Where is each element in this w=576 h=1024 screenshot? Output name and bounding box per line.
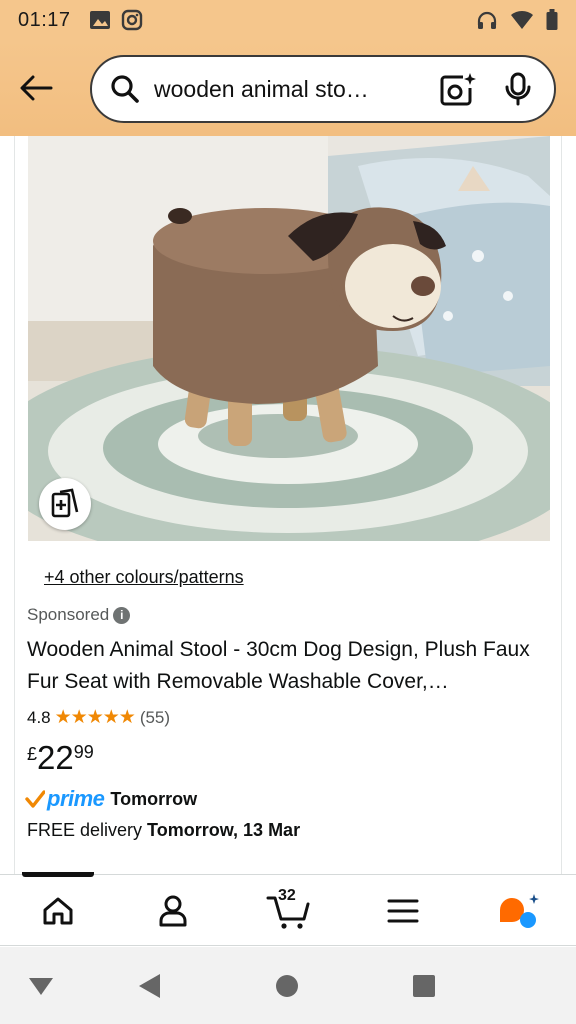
search-header: wooden animal sto… <box>0 40 576 136</box>
product-image[interactable] <box>28 136 550 541</box>
recents-square-icon <box>413 975 435 997</box>
price-whole: 22 <box>37 739 74 776</box>
system-back-button[interactable] <box>134 971 164 1001</box>
search-icon <box>111 75 139 103</box>
rufus-icon <box>500 894 539 928</box>
menu-icon <box>387 899 419 923</box>
system-home-button[interactable] <box>272 971 302 1001</box>
info-icon[interactable]: i <box>113 606 131 624</box>
rating-row[interactable]: 4.8 ★★★★★ (55) <box>27 706 170 729</box>
search-input[interactable]: wooden animal sto… <box>90 55 556 123</box>
compare-button[interactable] <box>39 478 91 530</box>
system-recents-button[interactable] <box>409 971 439 1001</box>
price-symbol: £ <box>27 744 38 764</box>
arrow-left-icon <box>20 75 53 101</box>
product-card[interactable]: +4 other colours/patterns Sponsored i Wo… <box>14 136 562 874</box>
prime-badge: prime Tomorrow <box>25 786 197 812</box>
headphones-icon <box>477 11 497 29</box>
nav-home[interactable] <box>28 889 88 933</box>
delivery-info: FREE delivery Tomorrow, 13 Mar <box>27 820 300 841</box>
product-photo <box>28 136 550 541</box>
nav-menu[interactable] <box>373 889 433 933</box>
sponsored-label[interactable]: Sponsored i <box>27 605 131 625</box>
instagram-icon <box>121 9 142 31</box>
system-dismiss-button[interactable] <box>26 971 56 1001</box>
delivery-date: Tomorrow, 13 Mar <box>147 820 301 840</box>
wifi-icon <box>511 10 533 29</box>
back-button[interactable] <box>14 68 58 108</box>
nav-account[interactable] <box>143 889 203 933</box>
rating-count: (55) <box>139 707 171 727</box>
product-title[interactable]: Wooden Animal Stool - 30cm Dog Design, P… <box>27 634 543 698</box>
prime-label: prime <box>47 786 105 811</box>
nav-active-indicator <box>22 872 94 877</box>
price-fraction: 99 <box>73 742 94 762</box>
system-nav-bar <box>0 947 576 1024</box>
cart-count: 32 <box>278 887 296 904</box>
star-rating-icon: ★★★★★ <box>54 707 136 728</box>
nav-rufus[interactable] <box>488 889 548 933</box>
image-icon <box>89 11 110 29</box>
voice-search-button[interactable] <box>500 69 536 109</box>
home-icon <box>43 897 73 925</box>
search-query[interactable]: wooden animal sto… <box>154 76 438 103</box>
delivery-prefix: FREE delivery <box>27 820 148 840</box>
status-time: 01:17 <box>18 8 71 31</box>
price: £ 22 99 <box>27 740 94 776</box>
sponsored-text: Sponsored <box>27 605 110 624</box>
home-circle-icon <box>276 975 298 997</box>
down-triangle-icon <box>29 978 53 995</box>
compare-icon <box>51 488 79 518</box>
back-triangle-icon <box>139 974 160 998</box>
mic-icon <box>505 72 531 106</box>
colours-link[interactable]: +4 other colours/patterns <box>44 567 244 588</box>
battery-icon <box>546 9 558 30</box>
status-bar: 01:17 <box>0 0 576 40</box>
prime-delivery: Tomorrow <box>110 788 198 809</box>
prime-check-icon <box>25 790 45 808</box>
camera-search-button[interactable] <box>438 69 478 109</box>
bottom-nav: 32 <box>0 872 576 946</box>
camera-lens-icon <box>440 73 476 106</box>
account-icon <box>159 895 187 927</box>
rating-value: 4.8 <box>27 707 51 727</box>
nav-cart[interactable]: 32 <box>258 887 318 933</box>
